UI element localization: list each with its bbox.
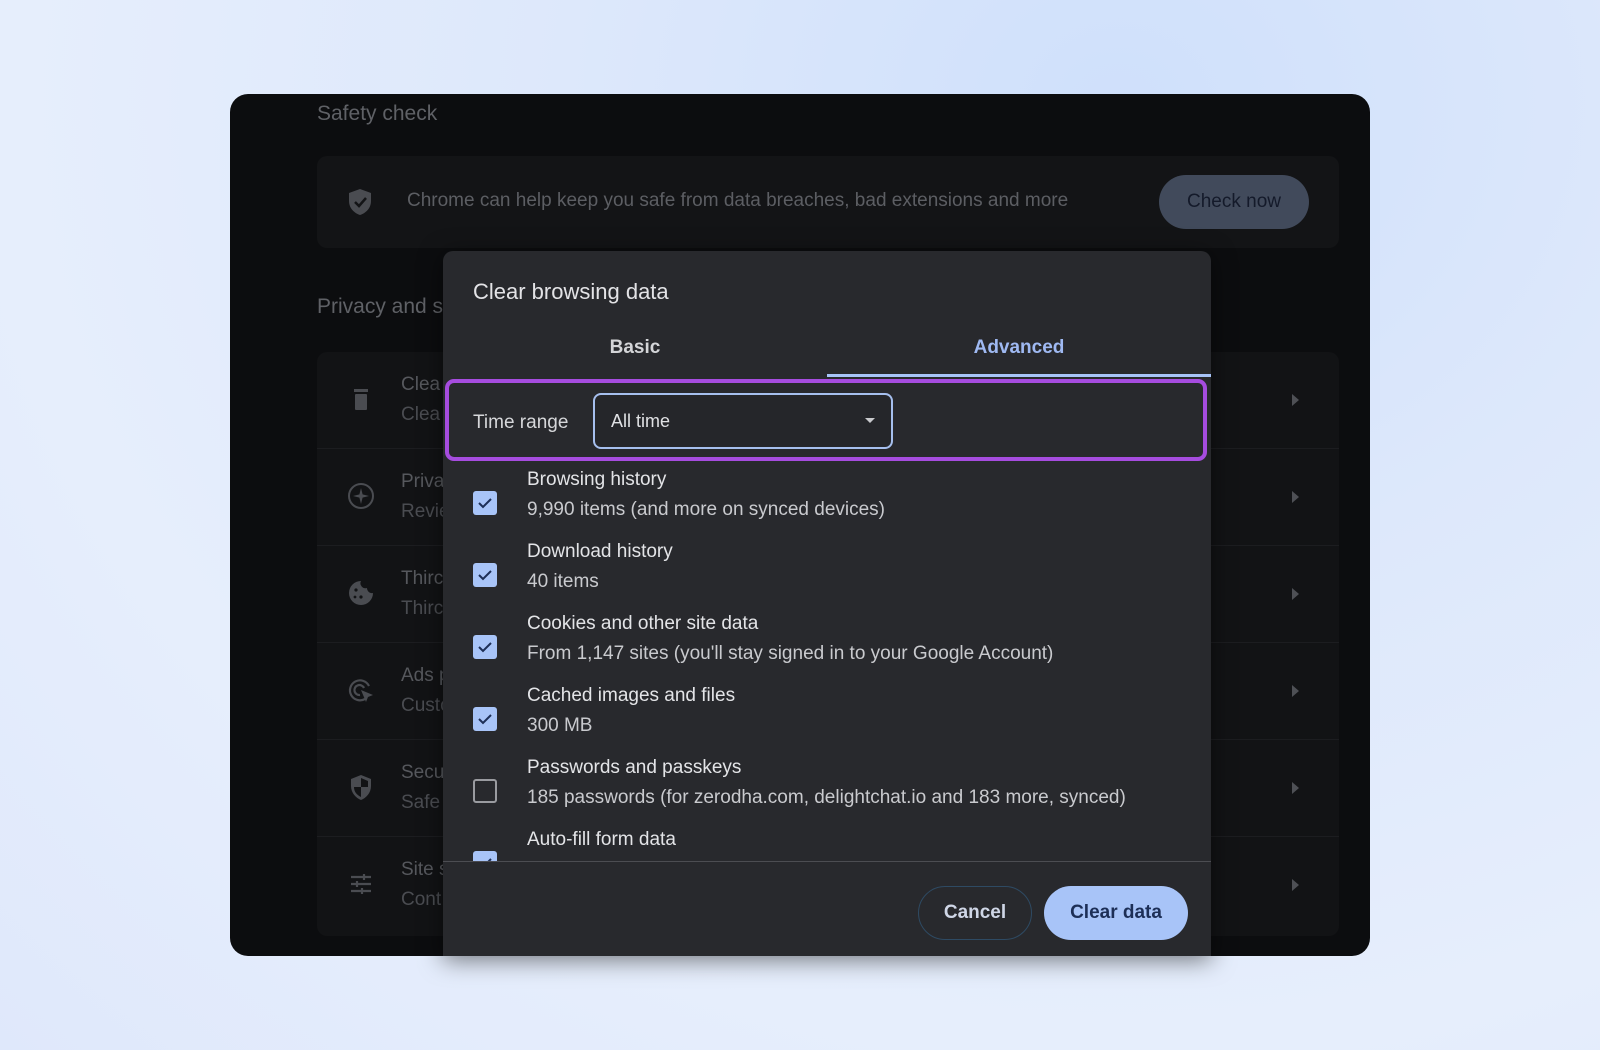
item-subtitle: From 1,147 sites (you'll stay signed in …	[527, 643, 1054, 664]
item-title: Cached images and files	[527, 685, 736, 706]
row-title: Priva	[401, 471, 445, 492]
chevron-right-icon	[1292, 879, 1299, 891]
clear-data-button[interactable]: Clear data	[1044, 886, 1188, 940]
checkbox-download-history[interactable]	[473, 563, 497, 587]
row-title: Thirc	[401, 568, 444, 589]
checkbox-cached-images[interactable]	[473, 707, 497, 731]
check-now-button[interactable]: Check now	[1159, 175, 1309, 229]
cookie-icon	[347, 579, 375, 607]
dialog-title: Clear browsing data	[473, 279, 669, 304]
checkbox-cookies[interactable]	[473, 635, 497, 659]
checkbox-passwords[interactable]	[473, 779, 497, 803]
chevron-right-icon	[1292, 394, 1299, 406]
trash-icon	[347, 385, 375, 413]
row-title: Secu	[401, 762, 445, 783]
security-shield-icon	[347, 773, 375, 801]
item-title: Passwords and passkeys	[527, 757, 742, 778]
dropdown-caret-icon	[865, 418, 875, 423]
checkmark-icon	[478, 498, 492, 509]
ads-target-icon	[347, 676, 375, 704]
time-range-value: All time	[611, 411, 671, 431]
row-title: Clea	[401, 374, 441, 395]
cancel-button[interactable]: Cancel	[918, 886, 1032, 940]
item-subtitle: 9,990 items (and more on synced devices)	[527, 499, 886, 520]
chevron-right-icon	[1292, 782, 1299, 794]
chevron-right-icon	[1292, 588, 1299, 600]
row-subtitle: Thirc	[401, 598, 444, 619]
row-subtitle: Cont	[401, 889, 442, 910]
item-title: Cookies and other site data	[527, 613, 759, 634]
list-item-cookies[interactable]: Cookies and other site data From 1,147 s…	[443, 613, 1211, 685]
privacy-heading: Privacy and s	[317, 295, 444, 318]
row-subtitle: Safe	[401, 792, 441, 813]
row-title: Site s	[401, 859, 449, 880]
checkmark-icon	[478, 714, 492, 725]
checkmark-icon	[478, 570, 492, 581]
list-item-cached-images[interactable]: Cached images and files 300 MB	[443, 685, 1211, 757]
time-range-label: Time range	[473, 412, 569, 433]
safety-check-card: Chrome can help keep you safe from data …	[317, 156, 1339, 248]
list-item-browsing-history[interactable]: Browsing history 9,990 items (and more o…	[443, 469, 1211, 541]
checkmark-icon	[487, 858, 492, 861]
item-title: Download history	[527, 541, 673, 562]
sliders-icon	[347, 870, 375, 898]
compass-icon	[347, 482, 375, 510]
list-item-passwords[interactable]: Passwords and passkeys 185 passwords (fo…	[443, 757, 1211, 829]
active-tab-indicator	[827, 374, 1211, 377]
safety-check-heading: Safety check	[317, 102, 438, 125]
clear-browsing-data-dialog: Clear browsing data Basic Advanced Time …	[443, 251, 1211, 956]
item-subtitle: 300 MB	[527, 715, 593, 736]
footer-divider	[443, 861, 1211, 862]
tab-advanced[interactable]: Advanced	[827, 319, 1211, 377]
shield-check-icon	[347, 188, 373, 216]
tab-basic[interactable]: Basic	[443, 319, 827, 377]
checkbox-browsing-history[interactable]	[473, 491, 497, 515]
checkmark-icon	[478, 642, 492, 653]
chevron-right-icon	[1292, 491, 1299, 503]
chevron-right-icon	[1292, 685, 1299, 697]
dialog-tabs: Basic Advanced	[443, 319, 1211, 377]
data-type-list: Browsing history 9,990 items (and more o…	[443, 469, 1211, 861]
safety-check-description: Chrome can help keep you safe from data …	[407, 190, 1069, 211]
item-title: Auto-fill form data	[527, 829, 676, 850]
list-item-autofill[interactable]: Auto-fill form data	[443, 829, 1211, 861]
time-range-select[interactable]: All time	[593, 393, 893, 449]
item-subtitle: 185 passwords (for zerodha.com, delightc…	[527, 787, 1126, 808]
list-item-download-history[interactable]: Download history 40 items	[443, 541, 1211, 613]
item-title: Browsing history	[527, 469, 667, 490]
checkbox-autofill[interactable]	[473, 851, 497, 861]
item-subtitle: 40 items	[527, 571, 599, 592]
row-subtitle: Clea	[401, 404, 441, 425]
